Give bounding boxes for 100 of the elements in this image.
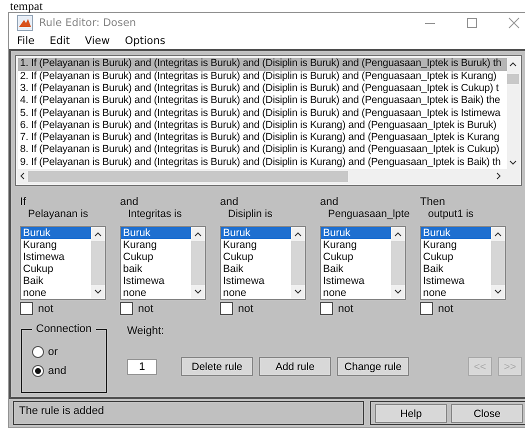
scrollbar-thumb[interactable] (28, 170, 348, 182)
term-item[interactable]: none (121, 287, 191, 299)
not-checkbox[interactable] (220, 302, 233, 315)
scroll-up-icon[interactable] (193, 230, 203, 238)
scroll-up-icon[interactable] (293, 230, 303, 238)
scrollbar-thumb[interactable] (491, 241, 505, 285)
connector-label: If (20, 196, 28, 208)
term-item[interactable]: Buruk (421, 227, 491, 239)
scrollbar-thumb[interactable] (391, 241, 405, 285)
scrollbar-thumb[interactable] (291, 241, 305, 285)
connection-label: Connection (32, 323, 96, 335)
scroll-up-icon[interactable] (393, 230, 403, 238)
term-item[interactable]: none (21, 287, 91, 299)
scroll-up-icon[interactable] (93, 230, 103, 238)
radio-button[interactable] (32, 364, 44, 376)
term-item[interactable]: Baik (21, 275, 91, 287)
close-icon[interactable] (508, 16, 520, 29)
menu-item[interactable]: View (84, 35, 110, 47)
rule-item[interactable]: 4. If (Pelayanan is Buruk) and (Integritas is Buruk) and (Disiplin is Buruk) and (Penguasaan_Iptek is Baik) the (18, 95, 507, 108)
term-item[interactable]: Baik (321, 263, 391, 275)
scroll-down-icon[interactable] (193, 288, 203, 296)
connector-label: and (220, 196, 240, 208)
not-label: not (338, 302, 354, 314)
scroll-up-icon[interactable] (493, 230, 503, 238)
term-item[interactable]: Istimewa (221, 275, 291, 287)
rule-item[interactable]: 2. If (Pelayanan is Buruk) and (Integritas is Buruk) and (Disiplin is Buruk) and (Penguasaan_Iptek is Kurang) (18, 70, 507, 83)
term-item[interactable]: Cukup (121, 251, 191, 263)
term-list[interactable]: Buruk Kurang Cukup Baik Istimewa none (420, 226, 506, 300)
term-item[interactable]: Kurang (421, 239, 491, 251)
connector-label: and (120, 196, 140, 208)
rule-item[interactable]: 1. If (Pelayanan is Buruk) and (Integritas is Buruk) and (Disiplin is Buruk) and (Penguasaan_Iptek is Buruk) th (18, 58, 507, 71)
not-checkbox[interactable] (20, 302, 33, 315)
menu-item[interactable]: File (17, 35, 35, 47)
term-item[interactable]: Baik (221, 263, 291, 275)
scroll-right-icon[interactable] (495, 171, 503, 181)
term-item[interactable]: Baik (421, 263, 491, 275)
radio-button[interactable] (32, 346, 44, 358)
footer-button[interactable]: Close (451, 404, 523, 423)
connector-label: Then (420, 196, 446, 208)
not-checkbox[interactable] (120, 302, 133, 315)
term-item[interactable]: Istimewa (321, 275, 391, 287)
term-item[interactable]: none (421, 287, 491, 299)
term-item[interactable]: baik (121, 263, 191, 275)
term-item[interactable]: Kurang (21, 239, 91, 251)
menu-item[interactable]: Edit (50, 35, 70, 47)
scrollbar-thumb[interactable] (91, 241, 105, 285)
rule-item[interactable]: 8. If (Pelayanan is Buruk) and (Integritas is Buruk) and (Disiplin is Kurang) and (Penguasaan_Iptek is Cukup) (18, 144, 507, 157)
scrollbar-thumb[interactable] (507, 74, 519, 84)
rule-button[interactable]: Change rule (337, 357, 409, 376)
maximize-icon[interactable] (466, 16, 478, 29)
term-item[interactable]: none (221, 287, 291, 299)
rule-item[interactable]: 7. If (Pelayanan is Buruk) and (Integritas is Buruk) and (Disiplin is Kurang) and (Penguasaan_Iptek is Kurang (18, 132, 507, 144)
term-item[interactable]: Buruk (121, 227, 191, 239)
not-checkbox[interactable] (320, 302, 333, 315)
status-text: The rule is added (19, 405, 104, 417)
rule-button[interactable]: Add rule (259, 357, 331, 376)
connector-label: and (320, 196, 340, 208)
term-item[interactable]: Istimewa (21, 251, 91, 263)
term-list[interactable]: Buruk Kurang Cukup Baik Istimewa none (220, 226, 306, 300)
not-checkbox[interactable] (420, 302, 433, 315)
term-item[interactable]: Buruk (221, 227, 291, 239)
variable-label: output1 is (427, 208, 474, 221)
scroll-down-icon[interactable] (93, 288, 103, 296)
not-label: not (238, 302, 254, 314)
term-item[interactable]: Kurang (121, 239, 191, 251)
term-item[interactable]: Istimewa (121, 275, 191, 287)
term-item[interactable]: Buruk (21, 227, 91, 239)
rule-list[interactable] (15, 55, 522, 186)
scroll-down-icon[interactable] (493, 288, 503, 296)
variable-label: Pelayanan is (27, 208, 88, 221)
scroll-down-icon[interactable] (293, 288, 303, 296)
term-item[interactable]: Cukup (21, 263, 91, 275)
term-item[interactable]: Istimewa (421, 275, 491, 287)
term-item[interactable]: Kurang (321, 239, 391, 251)
footer-button[interactable]: Help (375, 404, 447, 423)
term-list[interactable]: Buruk Kurang Cukup Baik Istimewa none (320, 226, 406, 300)
rule-button[interactable]: Delete rule (181, 357, 253, 376)
term-item[interactable]: Cukup (421, 251, 491, 263)
menu-item[interactable]: Options (124, 35, 166, 47)
variable-label: Penguasaan_lpte (327, 208, 410, 221)
rule-item[interactable]: 3. If (Pelayanan is Buruk) and (Integritas is Buruk) and (Disiplin is Buruk) and (Penguasaan_Iptek is Cukup) t (18, 82, 507, 96)
term-item[interactable]: none (321, 287, 391, 299)
term-item[interactable]: Kurang (221, 239, 291, 251)
scroll-left-icon[interactable] (18, 171, 26, 181)
term-list[interactable]: Buruk Kurang Cukup baik Istimewa none (120, 226, 206, 300)
scroll-down-icon[interactable] (508, 159, 518, 167)
term-list[interactable]: Buruk Kurang Istimewa Cukup Baik none (20, 226, 106, 300)
document-text: tempat (10, 0, 43, 12)
scrollbar-thumb[interactable] (191, 241, 205, 285)
term-item[interactable]: Cukup (221, 251, 291, 263)
app-icon (17, 14, 33, 31)
weight-field[interactable]: 1 (127, 358, 157, 374)
scroll-down-icon[interactable] (393, 288, 403, 296)
rule-item[interactable]: 9. If (Pelayanan is Buruk) and (Integritas is Buruk) and (Disiplin is Kurang) and (Penguasaan_Iptek is Baik) th (18, 156, 507, 169)
term-item[interactable]: Buruk (321, 227, 391, 239)
rule-item[interactable]: 6. If (Pelayanan is Buruk) and (Integritas is Buruk) and (Disiplin is Kurang) and (Penguasaan_Iptek is Buruk) (18, 120, 507, 132)
scroll-up-icon[interactable] (508, 60, 518, 68)
not-label: not (438, 302, 454, 314)
rule-item[interactable]: 5. If (Pelayanan is Buruk) and (Integritas is Buruk) and (Disiplin is Buruk) and (Penguasaan_Iptek is Istimewa (18, 108, 507, 120)
term-item[interactable]: Cukup (321, 251, 391, 263)
